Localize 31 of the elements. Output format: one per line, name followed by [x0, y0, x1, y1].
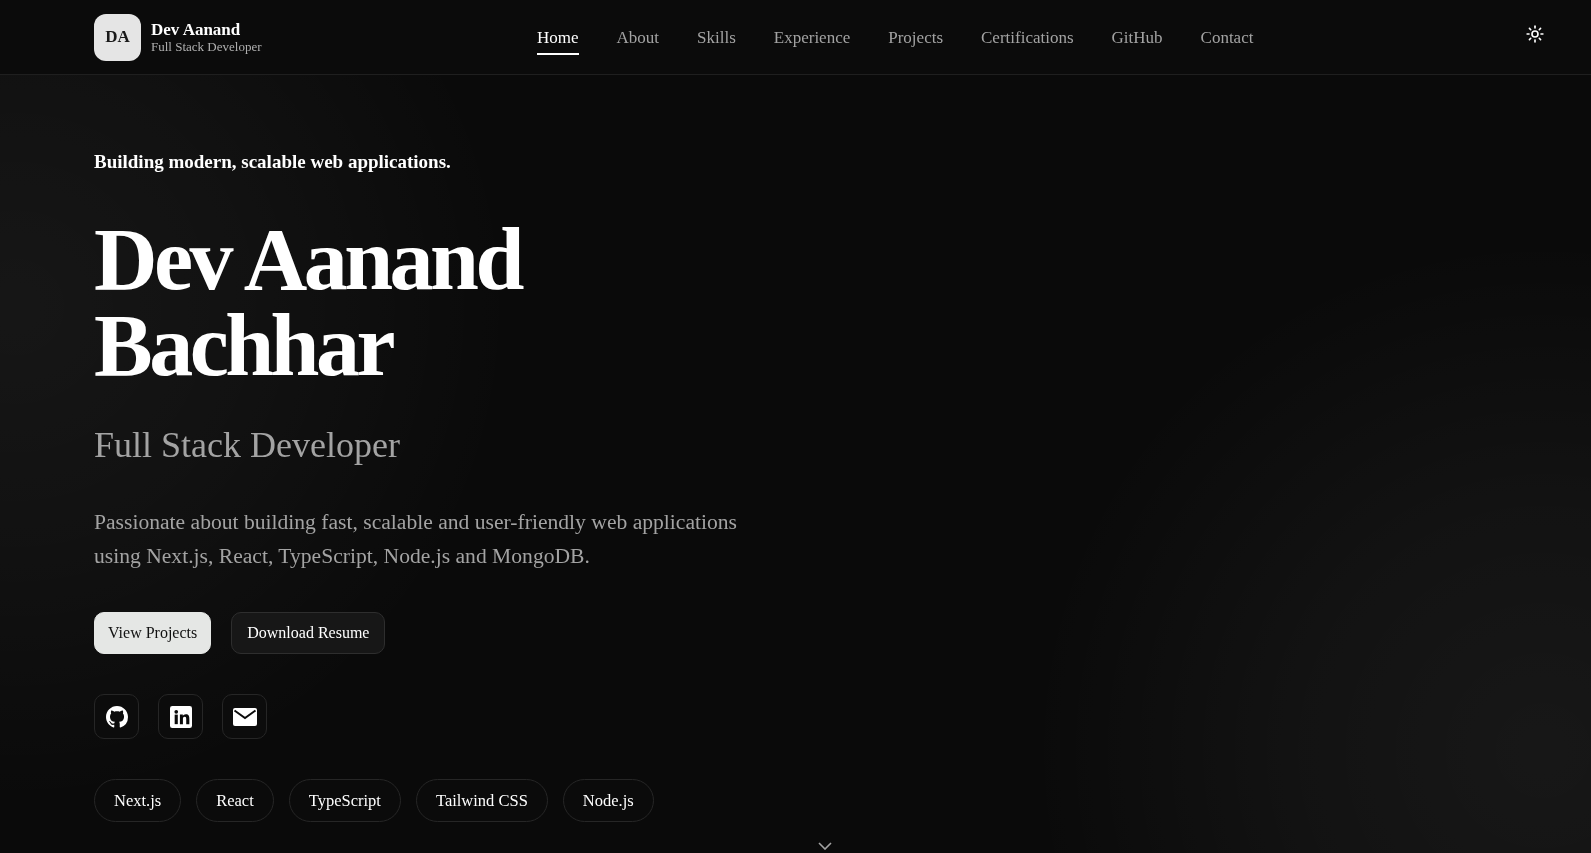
hero-heading: Dev Aanand Bachhar — [94, 217, 523, 389]
github-icon — [105, 705, 128, 728]
social-link-button[interactable] — [222, 694, 267, 739]
nav-link[interactable]: Skills — [697, 19, 736, 55]
tech-tag: Tailwind CSS — [415, 779, 548, 822]
envelope-icon — [232, 707, 257, 726]
tech-tag: TypeScript — [288, 779, 401, 822]
nav-link[interactable]: Home — [537, 19, 579, 55]
nav-link[interactable]: About — [616, 19, 660, 55]
nav-link[interactable]: Contact — [1200, 19, 1254, 55]
linkedin-icon — [169, 705, 192, 728]
theme-toggle-button[interactable] — [1526, 25, 1544, 43]
hero-role: Full Stack Developer — [94, 424, 401, 467]
site-subtitle: Full Stack Developer — [151, 38, 262, 55]
secondary-button[interactable]: Download Resume — [231, 612, 386, 654]
site-name: Dev Aanand — [151, 19, 242, 39]
logo-monogram[interactable]: DA — [94, 13, 141, 61]
sun-icon — [1526, 25, 1544, 43]
social-link-button[interactable] — [158, 694, 203, 739]
nav-link[interactable]: Experience — [773, 19, 851, 55]
primary-button[interactable]: View Projects — [94, 612, 212, 654]
tech-tag: React — [196, 779, 274, 822]
nav-link[interactable]: GitHub — [1111, 19, 1163, 55]
tech-tag: Node.js — [562, 779, 654, 822]
hero-tagline: Building modern, scalable web applications. — [94, 151, 452, 173]
chevron-down-icon[interactable] — [817, 842, 832, 850]
nav-link[interactable]: Certifications — [981, 19, 1074, 55]
nav-link[interactable]: Projects — [888, 19, 944, 55]
social-link-button[interactable] — [94, 694, 139, 739]
hero-description: Passionate about building fast, scalable and user-friendly web applications using Next.js, React, TypeScript, Node.js and MongoDB. — [94, 509, 738, 570]
tech-tag: Next.js — [94, 779, 182, 822]
